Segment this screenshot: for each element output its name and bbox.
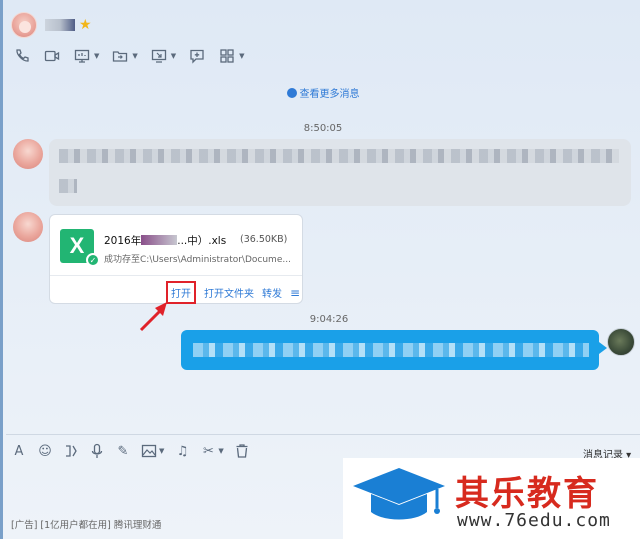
divider	[50, 275, 302, 276]
emoji-icon[interactable]: ☺	[37, 443, 53, 459]
sender-avatar[interactable]	[13, 139, 43, 169]
view-more-messages-link[interactable]: 查看更多消息	[3, 85, 640, 100]
file-actions: 打开 打开文件夹 转发 ≡	[166, 281, 300, 304]
blurred-text	[141, 235, 178, 245]
chevron-down-icon[interactable]: ▼	[171, 52, 176, 60]
microphone-icon[interactable]	[89, 443, 105, 459]
divider	[6, 434, 640, 435]
message-timestamp: 8:50:05	[303, 123, 343, 134]
scissors-icon[interactable]: ✂	[200, 443, 216, 459]
watermark-url: www.76edu.com	[457, 510, 611, 531]
video-icon[interactable]	[43, 48, 61, 64]
screen-share-icon[interactable]	[73, 48, 91, 64]
chevron-down-icon[interactable]: ▼	[239, 52, 244, 60]
trash-icon[interactable]	[234, 443, 250, 459]
chevron-down-icon[interactable]: ▼	[159, 447, 164, 455]
chevron-down-icon[interactable]: ▼	[132, 52, 137, 60]
pen-icon[interactable]: ✎	[115, 443, 131, 459]
forward-button[interactable]: 转发	[262, 285, 282, 300]
blurred-text	[193, 343, 589, 357]
ad-text[interactable]: [广告] [1亿用户都在用] 腾讯理财通	[11, 517, 161, 531]
file-saved-path: 成功存至C:\Users\Administrator\Docume...	[104, 255, 291, 265]
file-name-prefix: 2016年	[104, 235, 142, 247]
add-chat-icon[interactable]	[188, 48, 206, 64]
my-avatar[interactable]	[607, 328, 635, 356]
input-toolbar: A ☺ ✎ ▼ ♫ ✂ ▼	[11, 443, 250, 459]
clock-icon	[286, 88, 297, 98]
file-size: (36.50KB)	[240, 234, 288, 245]
chat-header: ★	[11, 10, 92, 40]
open-folder-button[interactable]: 打开文件夹	[204, 285, 254, 300]
message-timestamp: 9:04:26	[309, 314, 349, 325]
watermark: 其乐教育 www.76edu.com	[343, 458, 640, 539]
apps-grid-icon[interactable]	[218, 48, 236, 64]
more-menu-icon[interactable]: ≡	[290, 286, 300, 300]
view-more-messages-label[interactable]: 查看更多消息	[300, 89, 360, 100]
contact-name-blurred[interactable]	[45, 19, 75, 31]
gif-icon[interactable]	[63, 443, 79, 459]
font-icon[interactable]: A	[11, 443, 27, 459]
remote-desktop-icon[interactable]	[150, 48, 168, 64]
image-icon[interactable]	[141, 443, 157, 459]
transfer-file-icon[interactable]	[111, 48, 129, 64]
file-message-card[interactable]: X ✓ 2016年 ...中）.xls (36.50KB) 成功存至C:\User…	[49, 214, 303, 304]
chevron-down-icon[interactable]: ▼	[218, 447, 223, 455]
music-icon[interactable]: ♫	[174, 443, 190, 459]
star-icon[interactable]: ★	[79, 18, 92, 32]
file-name[interactable]: 2016年 ...中）.xls	[104, 233, 226, 248]
watermark-title: 其乐教育	[455, 474, 599, 514]
sender-avatar[interactable]	[13, 212, 43, 242]
chevron-down-icon[interactable]: ▼	[94, 52, 99, 60]
contact-avatar[interactable]	[11, 12, 37, 38]
check-icon: ✓	[86, 253, 100, 267]
incoming-message-bubble[interactable]	[49, 139, 631, 206]
outgoing-message-bubble[interactable]	[181, 330, 607, 370]
chat-window: ★ ▼ ▼ ▼ ▼ 查看更多消息 8:50:05 X ✓ 2016年 ...中）…	[0, 0, 640, 539]
graduation-cap-icon	[353, 468, 445, 520]
blurred-text	[59, 179, 77, 193]
file-name-suffix: ...中）.xls	[177, 235, 227, 247]
phone-icon[interactable]	[13, 48, 31, 64]
blurred-text	[59, 149, 619, 163]
chat-toolbar: ▼ ▼ ▼ ▼	[13, 48, 245, 64]
